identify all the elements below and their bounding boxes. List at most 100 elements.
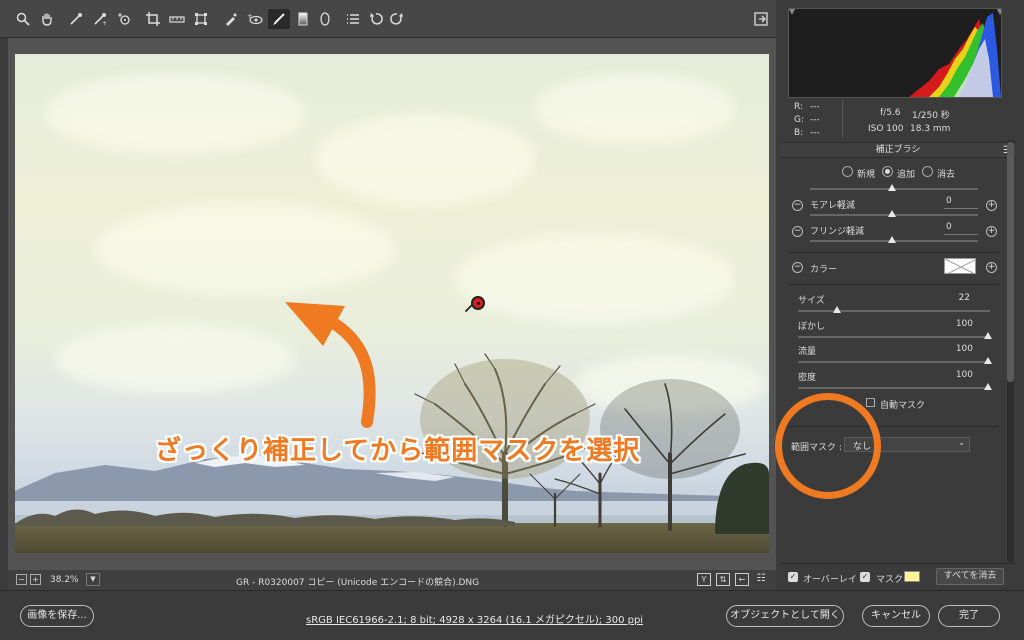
flow-slider-thumb[interactable]	[984, 357, 992, 364]
svg-text:+: +	[247, 12, 253, 20]
done-label: 完了	[959, 610, 979, 621]
moire-slider-thumb[interactable]	[888, 210, 896, 217]
fringe-label: フリンジ軽減	[810, 227, 865, 237]
color-swatch[interactable]	[944, 258, 976, 274]
swap-settings-icon[interactable]: ⇅	[716, 573, 730, 586]
zoom-in-button[interactable]: +	[30, 574, 41, 585]
mask-checkbox[interactable]: ✓	[860, 572, 870, 582]
clear-all-button[interactable]: すべてを消去	[936, 568, 1004, 585]
panel-scrollbar-thumb[interactable]	[1007, 142, 1014, 382]
panel-title: 補正ブラシ	[875, 145, 921, 155]
info-readout: R: --- G: --- B: --- f/5.6 1/250 秒 ISO 1…	[780, 98, 1016, 140]
feather-slider-track[interactable]	[798, 336, 990, 338]
mode-new-radio[interactable]	[842, 166, 853, 177]
chevron-down-icon: ▼	[90, 575, 96, 583]
mode-add-label[interactable]: 追加	[897, 167, 915, 180]
preview-canvas[interactable]: ざっくり補正してから範囲マスクを選択	[8, 38, 776, 570]
b-value: ---	[810, 128, 820, 138]
panel-scrollbar[interactable]	[1007, 140, 1014, 562]
open-object-button[interactable]: オブジェクトとして開く	[726, 605, 844, 627]
copy-settings-icon[interactable]: ←	[735, 573, 749, 586]
zoom-out-button[interactable]: −	[16, 574, 27, 585]
mask-label[interactable]: マスク	[876, 572, 903, 585]
color-sampler-tool-icon[interactable]: +	[91, 10, 109, 28]
histogram	[788, 8, 1002, 98]
color-label: カラー	[810, 265, 838, 275]
spot-removal-tool-icon[interactable]	[222, 10, 240, 28]
automask-label[interactable]: 自動マスク	[880, 398, 925, 411]
done-button[interactable]: 完了	[938, 605, 1000, 627]
size-slider-thumb[interactable]	[833, 306, 841, 313]
hand-tool-icon[interactable]	[38, 10, 56, 28]
workflow-options-link[interactable]: sRGB IEC61966-2.1; 8 bit; 4928 x 3264 (1…	[306, 611, 643, 626]
before-after-y-icon[interactable]: Y	[697, 573, 711, 586]
zoom-tool-icon[interactable]	[14, 10, 32, 28]
toggle-settings-icon[interactable]: ☷	[754, 573, 768, 586]
feather-value[interactable]: 100	[943, 319, 973, 329]
density-slider-thumb[interactable]	[984, 383, 992, 390]
transform-tool-icon[interactable]	[192, 10, 210, 28]
annotation-arrow	[285, 302, 376, 428]
camera-raw-window: + + ざっくり補正してから範囲マスクを選択 − + 38.2% ▼ GR - …	[0, 0, 1024, 640]
svg-text:+: +	[102, 20, 107, 26]
clear-all-label: すべてを消去	[943, 571, 997, 581]
fullscreen-toggle-icon[interactable]	[752, 10, 770, 28]
adjustment-brush-tool-icon[interactable]	[268, 9, 290, 29]
preferences-list-icon[interactable]	[344, 10, 362, 28]
zoom-level[interactable]: 38.2%	[50, 575, 79, 585]
annotation-caption: ざっくり補正してから範囲マスクを選択	[155, 436, 641, 466]
mode-erase-label[interactable]: 消去	[937, 167, 955, 180]
mode-erase-radio[interactable]	[922, 166, 933, 177]
size-value[interactable]: 22	[940, 293, 970, 303]
panel-footer: ✓ オーバーレイ ✓ マスク すべてを消去	[780, 563, 1016, 590]
overlay-checkbox[interactable]: ✓	[788, 572, 798, 582]
fringe-slider-thumb[interactable]	[888, 236, 896, 243]
color-plus-button[interactable]: +	[986, 262, 997, 273]
partial-slider-thumb[interactable]	[888, 184, 896, 191]
graduated-filter-tool-icon[interactable]	[294, 10, 312, 28]
rotate-left-icon[interactable]	[367, 10, 385, 28]
feather-slider-thumb[interactable]	[984, 332, 992, 339]
flow-slider-track[interactable]	[798, 361, 990, 363]
fringe-value-field[interactable]: 0	[944, 222, 978, 235]
moire-value-field[interactable]: 0	[944, 196, 978, 209]
density-slider-track[interactable]	[798, 387, 990, 389]
targeted-adjustment-tool-icon[interactable]	[115, 10, 133, 28]
fringe-minus-button[interactable]: −	[792, 226, 803, 237]
moire-plus-button[interactable]: +	[986, 200, 997, 211]
save-image-button[interactable]: 画像を保存...	[20, 605, 94, 627]
feather-label: ぼかし	[798, 322, 826, 332]
save-image-label: 画像を保存...	[27, 610, 87, 621]
zoom-dropdown[interactable]: ▼	[86, 573, 100, 586]
chevron-down-icon: ⌄	[958, 438, 965, 447]
mode-add-radio[interactable]	[882, 166, 893, 177]
photo-preview[interactable]: ざっくり補正してから範囲マスクを選択	[15, 54, 769, 553]
radial-filter-tool-icon[interactable]	[316, 10, 334, 28]
crop-tool-icon[interactable]	[144, 10, 162, 28]
density-value[interactable]: 100	[943, 370, 973, 380]
moire-minus-button[interactable]: −	[792, 200, 803, 211]
mask-color-swatch[interactable]	[904, 571, 920, 582]
annotation-circle	[775, 393, 881, 499]
b-label: B:	[794, 128, 804, 138]
density-label: 密度	[798, 373, 817, 383]
cancel-button[interactable]: キャンセル	[862, 605, 930, 627]
straighten-tool-icon[interactable]	[168, 10, 186, 28]
red-eye-tool-icon[interactable]: +	[246, 10, 264, 28]
shadow-clipping-icon[interactable]	[791, 11, 801, 21]
overlay-label[interactable]: オーバーレイ	[803, 572, 857, 585]
size-slider-track[interactable]	[798, 310, 990, 312]
rotate-right-icon[interactable]	[388, 10, 406, 28]
mode-new-label[interactable]: 新規	[857, 167, 875, 180]
fringe-plus-button[interactable]: +	[986, 226, 997, 237]
flow-value[interactable]: 100	[943, 344, 973, 354]
moire-label: モアレ軽減	[810, 201, 856, 211]
automask-checkbox[interactable]	[866, 398, 875, 407]
panel-header: 補正ブラシ ☰	[780, 142, 1016, 158]
color-minus-button[interactable]: −	[792, 262, 803, 273]
r-label: R:	[794, 102, 804, 112]
g-label: G:	[794, 115, 805, 125]
white-balance-tool-icon[interactable]	[67, 10, 85, 28]
canvas-status-bar: − + 38.2% ▼ GR - R0320007 コピー (Unicode エ…	[8, 570, 776, 590]
highlight-clipping-icon[interactable]	[989, 11, 999, 21]
